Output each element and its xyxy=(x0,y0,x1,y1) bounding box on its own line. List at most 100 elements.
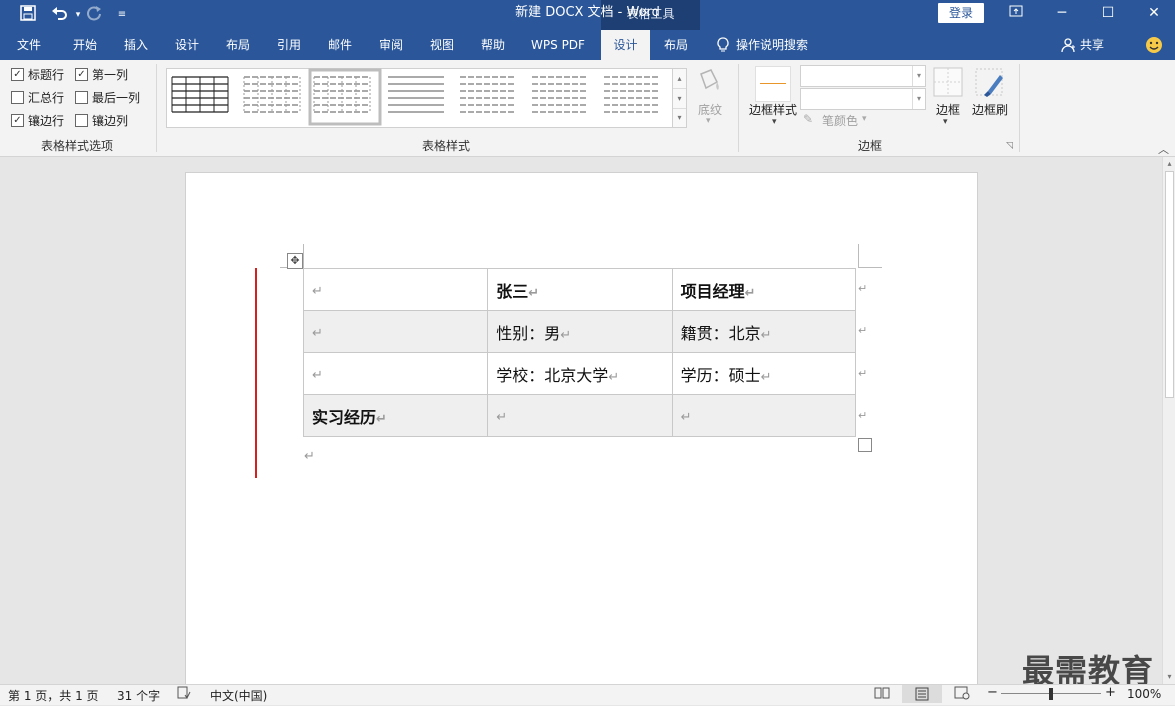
table-style-thumbnail[interactable] xyxy=(171,76,229,113)
table-cell-hometown[interactable]: 籍贯：北京↵ xyxy=(671,310,857,353)
table-cell-gender[interactable]: 性别：男↵ xyxy=(487,310,673,353)
border-styles-dropdown-icon[interactable]: ▾ xyxy=(772,117,777,127)
zoom-in-button[interactable]: + xyxy=(1105,685,1116,700)
tab-design[interactable]: 设计 xyxy=(164,30,210,60)
gallery-down-icon[interactable]: ▾ xyxy=(673,88,686,108)
tab-home[interactable]: 开始 xyxy=(62,30,108,60)
maximize-icon[interactable]: ☐ xyxy=(1088,2,1128,24)
page-count[interactable]: 第 1 页，共 1 页 xyxy=(8,687,99,704)
login-button[interactable]: 登录 xyxy=(938,3,984,23)
scroll-thumb[interactable] xyxy=(1165,171,1174,398)
border-styles-preview[interactable] xyxy=(755,66,791,102)
vertical-scrollbar[interactable]: ▴ ▾ xyxy=(1162,157,1175,684)
table-row: ↵ 张三↵ 项目经理↵ xyxy=(302,268,857,311)
table-style-thumbnail[interactable] xyxy=(308,68,382,126)
table-cell-title[interactable]: 项目经理↵ xyxy=(671,268,857,311)
margin-mark xyxy=(858,244,859,268)
minimize-icon[interactable]: ─ xyxy=(1042,2,1082,24)
table-cell[interactable]: ↵ xyxy=(302,352,489,395)
banded-columns-checkbox[interactable] xyxy=(75,114,88,127)
tab-layout[interactable]: 布局 xyxy=(215,30,261,60)
pen-color-dropdown-icon: ▾ xyxy=(862,114,867,124)
margin-mark xyxy=(858,267,882,268)
table-style-thumbnail[interactable] xyxy=(604,76,660,113)
tab-help[interactable]: 帮助 xyxy=(470,30,516,60)
last-column-label: 最后一列 xyxy=(92,91,141,105)
borders-dropdown-icon[interactable]: ▾ xyxy=(943,117,948,127)
collapse-ribbon-icon[interactable]: ︿ xyxy=(1158,141,1169,157)
border-painter-label[interactable]: 边框刷 xyxy=(968,101,1012,118)
tab-wps-pdf[interactable]: WPS PDF xyxy=(522,30,594,60)
table-cell[interactable]: ↵ xyxy=(302,310,489,353)
zoom-slider-thumb[interactable] xyxy=(1049,688,1053,700)
table-row: ↵ 学校：北京大学↵ 学历：硕士↵ xyxy=(302,352,857,395)
gallery-scroll[interactable]: ▴ ▾ ▾ xyxy=(672,68,687,128)
table-style-thumbnail[interactable] xyxy=(243,76,301,113)
share-button[interactable]: 共享 xyxy=(1080,30,1112,60)
table-row: 实习经历↵ ↵ ↵ xyxy=(302,394,857,437)
table-cell[interactable]: ↵ xyxy=(487,394,673,437)
table-cell[interactable]: ↵ xyxy=(302,268,489,311)
border-painter-icon[interactable] xyxy=(974,67,1006,99)
tab-file[interactable]: 文件 xyxy=(8,30,50,60)
table-cell-name[interactable]: 张三↵ xyxy=(487,268,673,311)
tab-table-layout[interactable]: 布局 xyxy=(651,30,701,60)
last-column-checkbox[interactable] xyxy=(75,91,88,104)
tab-mailings[interactable]: 邮件 xyxy=(317,30,363,60)
line-weight-dropdown-icon[interactable]: ▾ xyxy=(912,89,925,109)
close-icon[interactable]: ✕ xyxy=(1134,2,1174,24)
borders-icon[interactable] xyxy=(933,67,963,97)
lightbulb-icon[interactable] xyxy=(714,30,732,60)
banded-rows-checkbox[interactable]: ✓ xyxy=(11,114,24,127)
print-layout-button[interactable] xyxy=(902,685,942,703)
word-count[interactable]: 31 个字 xyxy=(117,687,160,704)
borders-dialog-launcher-icon[interactable]: ◹ xyxy=(1006,141,1013,151)
tab-review[interactable]: 审阅 xyxy=(368,30,414,60)
table-style-thumbnail[interactable] xyxy=(532,76,588,113)
tell-me-search[interactable]: 操作说明搜索 xyxy=(736,30,822,60)
tab-view[interactable]: 视图 xyxy=(419,30,465,60)
row-end-mark: ↵ xyxy=(858,282,868,295)
share-person-icon[interactable] xyxy=(1060,30,1078,60)
change-bar xyxy=(255,268,257,478)
ribbon-display-options-icon[interactable] xyxy=(996,2,1036,24)
gallery-more-icon[interactable]: ▾ xyxy=(673,108,686,127)
scroll-up-icon[interactable]: ▴ xyxy=(1163,157,1175,171)
line-style-dropdown-icon[interactable]: ▾ xyxy=(912,66,925,86)
table-style-thumbnail[interactable] xyxy=(460,76,516,113)
proofing-icon[interactable] xyxy=(177,686,191,703)
total-row-checkbox[interactable] xyxy=(11,91,24,104)
shading-dropdown-icon: ▾ xyxy=(706,116,711,126)
zoom-level[interactable]: 100% xyxy=(1127,687,1161,701)
zoom-out-button[interactable]: − xyxy=(987,685,998,700)
table-style-thumbnails[interactable] xyxy=(166,68,672,126)
read-mode-icon[interactable] xyxy=(874,686,890,700)
ribbon-separator xyxy=(1019,64,1020,152)
resume-table[interactable]: ↵ 张三↵ 项目经理↵ ↵ 性别：男↵ 籍贯：北京↵ ↵ 学校：北京大学↵ 学历… xyxy=(302,268,857,437)
pen-color-label: 笔颜色 xyxy=(822,114,859,128)
gallery-up-icon[interactable]: ▴ xyxy=(673,69,686,88)
table-style-thumbnail[interactable] xyxy=(388,76,444,113)
line-style-select[interactable]: ▾ xyxy=(800,65,926,87)
tab-references[interactable]: 引用 xyxy=(266,30,312,60)
table-cell[interactable]: ↵ xyxy=(671,394,857,437)
paragraph-mark: ↵ xyxy=(304,449,315,464)
tab-insert[interactable]: 插入 xyxy=(113,30,159,60)
ribbon-separator xyxy=(738,64,739,152)
header-row-checkbox[interactable]: ✓ xyxy=(11,68,24,81)
table-cell-school[interactable]: 学校：北京大学↵ xyxy=(487,352,673,395)
line-weight-select[interactable]: ▾ xyxy=(800,88,926,110)
first-column-checkbox[interactable]: ✓ xyxy=(75,68,88,81)
tab-table-design[interactable]: 设计 xyxy=(601,30,650,60)
table-cell-degree[interactable]: 学历：硕士↵ xyxy=(671,352,857,395)
table-resize-handle[interactable] xyxy=(858,438,872,452)
web-layout-icon[interactable] xyxy=(954,686,970,700)
table-cell-internship[interactable]: 实习经历↵ xyxy=(302,394,489,437)
feedback-smiley-icon[interactable] xyxy=(1143,30,1165,60)
scroll-down-icon[interactable]: ▾ xyxy=(1163,670,1175,684)
table-move-handle-icon[interactable]: ✥ xyxy=(287,253,303,269)
language-indicator[interactable]: 中文(中国) xyxy=(210,687,267,704)
border-styles-label[interactable]: 边框样式 xyxy=(745,101,801,118)
borders-label[interactable]: 边框 xyxy=(930,101,966,118)
shading-bucket-icon[interactable] xyxy=(693,66,727,96)
